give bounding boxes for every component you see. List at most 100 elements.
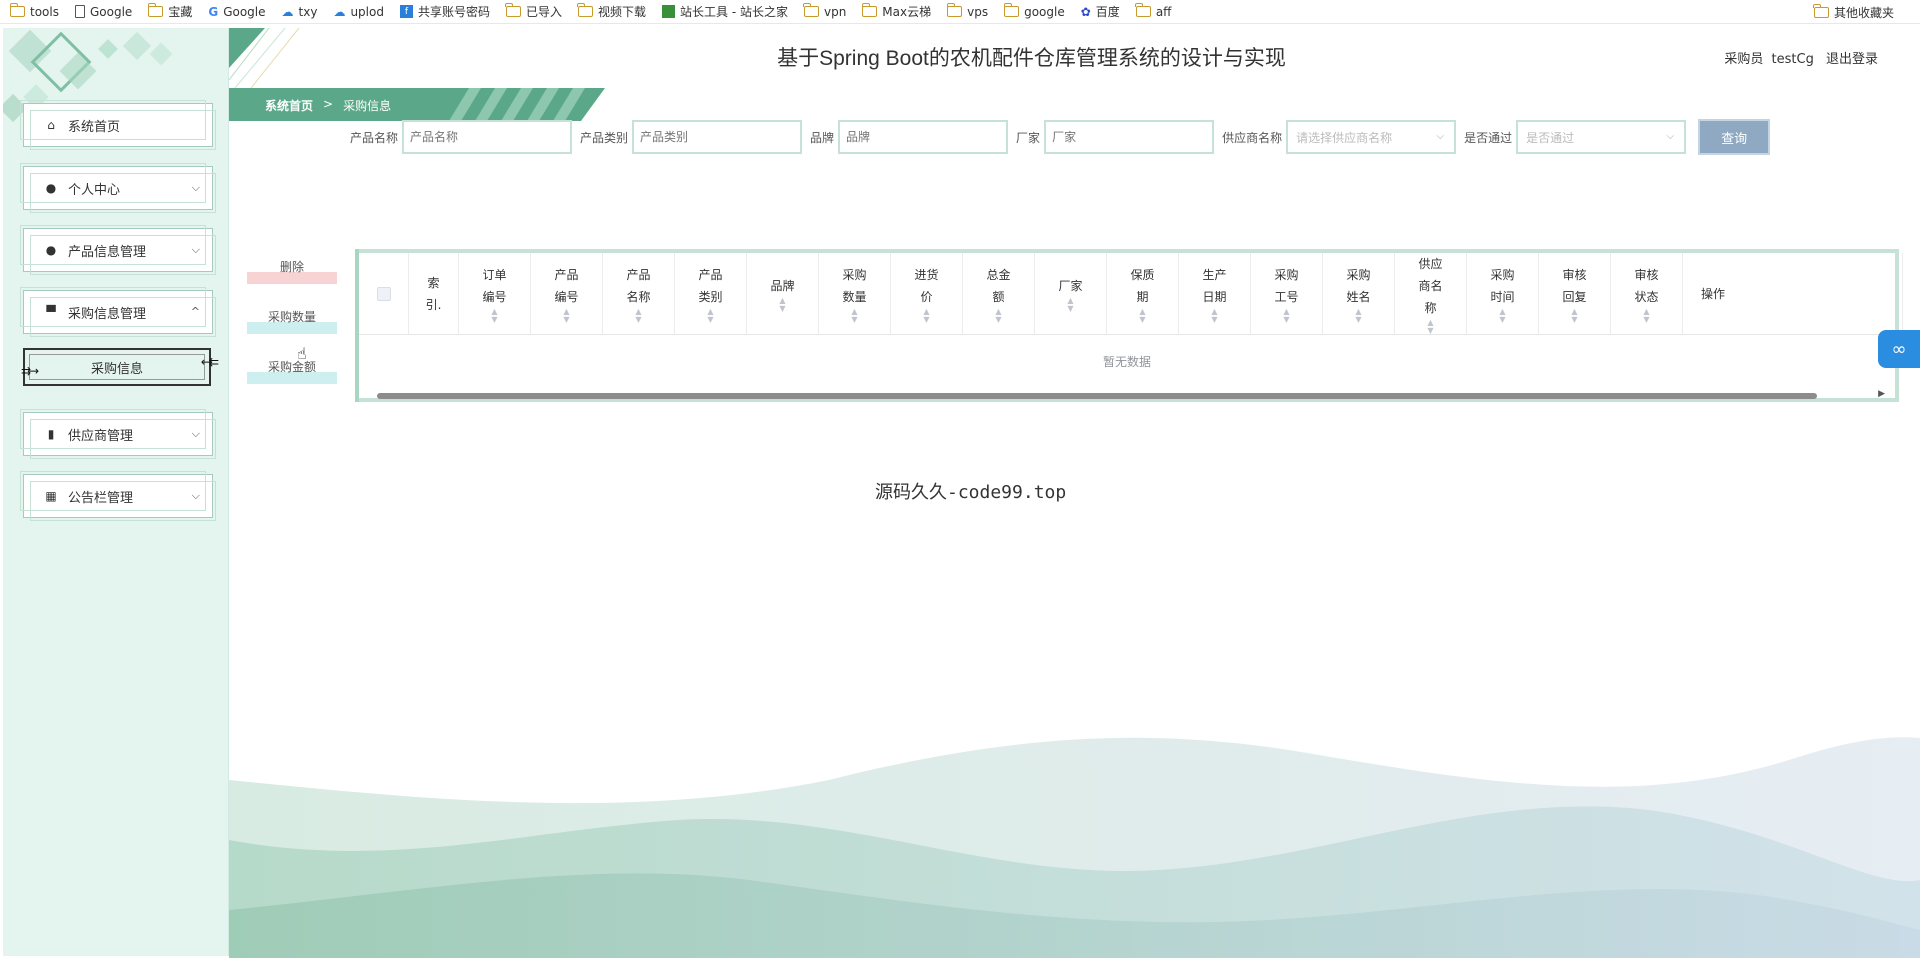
column-header[interactable]: 索引. <box>409 253 459 335</box>
manufacturer-input[interactable] <box>1044 120 1215 154</box>
brand-filter: 品牌 <box>810 120 1009 154</box>
bookmark-item[interactable]: 宝藏 <box>147 3 192 20</box>
column-header-label: 供应 <box>1418 257 1443 271</box>
supplier-select-placeholder: 请选择供应商名称 <box>1296 130 1393 145</box>
column-header[interactable]: 产品 名称 ▲ ▼ <box>603 253 675 335</box>
sort-icon[interactable]: ▲ ▼ <box>635 308 641 324</box>
sidebar-item-purchase-management[interactable]: ▀ 采购信息管理 ^ <box>20 287 216 337</box>
bookmark-item[interactable]: ☁ uplod <box>333 5 384 19</box>
sort-icon[interactable]: ▲ ▼ <box>779 297 785 313</box>
sort-icon[interactable]: ▲ ▼ <box>1355 308 1361 324</box>
bookmark-label: 视频下载 <box>597 5 646 19</box>
column-header[interactable]: 订单 编号 ▲ ▼ <box>459 253 531 335</box>
sidebar-item-label: 采购信息管理 <box>68 306 147 322</box>
column-header[interactable]: 供应 商名称 ▲ ▼ <box>1395 253 1467 335</box>
column-header[interactable]: 厂家 ▲ ▼ <box>1035 253 1107 335</box>
column-header[interactable]: 审核 状态 ▲ ▼ <box>1611 253 1683 335</box>
sidebar-item-personal-center[interactable]: ● 个人中心 ⌵ <box>20 163 216 213</box>
sort-icon[interactable]: ▲ ▼ <box>1571 308 1577 324</box>
column-header-label: 期 <box>1136 290 1149 304</box>
sort-icon[interactable]: ▲ ▼ <box>995 308 1001 324</box>
column-header[interactable]: 采购 工号 ▲ ▼ <box>1251 253 1323 335</box>
folder-icon <box>1813 3 1829 18</box>
bookmark-item[interactable]: Google <box>74 5 132 19</box>
column-header-label: 订单 <box>482 268 507 282</box>
sort-icon[interactable]: ▲ ▼ <box>1139 308 1145 324</box>
bookmark-item[interactable]: google <box>1003 3 1065 19</box>
sort-icon[interactable]: ▲ ▼ <box>1283 308 1289 324</box>
folder-icon <box>861 3 878 17</box>
product-name-input[interactable] <box>402 120 573 154</box>
bookmark-item[interactable]: vps <box>946 3 988 19</box>
sort-icon[interactable]: ▲ ▼ <box>1499 308 1505 324</box>
sidebar-item-label: 个人中心 <box>68 182 121 198</box>
delete-button[interactable]: 删除 <box>247 258 337 284</box>
column-header[interactable]: 采购 姓名 ▲ ▼ <box>1323 253 1395 335</box>
purchase-amount-button[interactable]: 采购金额 <box>247 358 337 384</box>
bookmark-item[interactable]: vpn <box>803 3 846 19</box>
column-header[interactable]: 产品 类别 ▲ ▼ <box>675 253 747 335</box>
purchase-quantity-button[interactable]: 采购数量 <box>247 308 337 334</box>
bookmark-item[interactable]: 站长工具 - 站长之家 <box>662 3 788 20</box>
column-header[interactable]: 品牌 ▲ ▼ <box>747 253 819 335</box>
bookmark-label: uplod <box>350 4 384 19</box>
sidebar-item-product-management[interactable]: ● 产品信息管理 ⌵ <box>20 225 216 275</box>
sort-icon[interactable]: ▲ ▼ <box>1067 297 1073 313</box>
passed-select[interactable]: 是否通过 ⌵ <box>1516 120 1687 154</box>
product-category-input[interactable] <box>632 120 803 154</box>
bookmark-item[interactable]: ✿ 百度 <box>1081 3 1120 20</box>
bookmark-label: aff <box>1155 4 1172 19</box>
column-header-label: 采购 <box>842 268 867 282</box>
cloud-icon: ☁ <box>281 4 294 19</box>
bookmark-item[interactable]: 已导入 <box>505 3 562 20</box>
brand-input[interactable] <box>838 120 1009 154</box>
column-header[interactable]: 采购 数量 ▲ ▼ <box>819 253 891 335</box>
bookmark-item[interactable]: Max云梯 <box>861 3 931 20</box>
column-header[interactable]: 产品 编号 ▲ ▼ <box>531 253 603 335</box>
sort-icon[interactable]: ▲ ▼ <box>923 308 929 324</box>
floating-tool-icon[interactable]: ∞ <box>1878 330 1920 368</box>
column-header[interactable]: 进货价 ▲ ▼ <box>891 253 963 335</box>
column-header-label: 额 <box>992 290 1005 304</box>
sort-icon[interactable]: ▲ ▼ <box>1643 308 1649 324</box>
sidebar-item-supplier-management[interactable]: ▮ 供应商管理 ⌵ <box>20 409 216 459</box>
breadcrumb-home[interactable]: 系统首页 <box>265 97 313 114</box>
bookmark-item[interactable]: G Google <box>208 5 265 19</box>
column-header[interactable]: 采购 时间 ▲ ▼ <box>1467 253 1539 335</box>
bookmarks-bar: tools Google 宝藏 G Google ☁ txy ☁ uplod f 共享账号密码 已导入… <box>0 0 1920 24</box>
sidebar-subitem-purchase-info[interactable]: ⇉→ 采购信息 ←⇇ <box>21 348 219 386</box>
sort-icon[interactable]: ▲ ▼ <box>707 308 713 324</box>
query-button[interactable]: 查询 <box>1698 119 1771 155</box>
sidebar-item-label: 产品信息管理 <box>68 244 147 260</box>
select-all-checkbox[interactable] <box>376 287 391 301</box>
sort-icon[interactable]: ▲ ▼ <box>1427 319 1433 335</box>
sort-icon[interactable]: ▲ ▼ <box>491 308 497 324</box>
bookmark-item[interactable]: 视频下载 <box>577 3 646 20</box>
sort-icon[interactable]: ▲ ▼ <box>1211 308 1217 324</box>
supplier-select[interactable]: 请选择供应商名称 ⌵ <box>1286 120 1457 154</box>
scroll-right-icon[interactable]: ▶ <box>1878 389 1885 399</box>
bookmark-item[interactable]: tools <box>9 3 59 19</box>
delete-button-label: 删除 <box>279 260 304 274</box>
chevron-up-icon: ^ <box>190 305 200 318</box>
column-header-label: 价 <box>920 290 933 304</box>
column-header[interactable]: 保质期 ▲ ▼ <box>1107 253 1179 335</box>
sidebar-item-notice-management[interactable]: ▦ 公告栏管理 ⌵ <box>20 471 216 521</box>
bookmark-item[interactable]: ☁ txy <box>282 5 318 19</box>
logout-link[interactable]: 退出登录 <box>1826 52 1878 67</box>
breadcrumb: 系统首页 > 采购信息 <box>229 88 605 121</box>
column-header[interactable]: 总金额 ▲ ▼ <box>963 253 1035 335</box>
sidebar-item-home[interactable]: ⌂ 系统首页 <box>20 100 216 150</box>
column-header[interactable]: 审核 回复 ▲ ▼ <box>1539 253 1611 335</box>
passed-select-placeholder: 是否通过 <box>1526 130 1575 145</box>
bookmark-item[interactable]: f 共享账号密码 <box>399 3 490 20</box>
other-bookmarks[interactable]: 其他收藏夹 <box>1813 0 1910 24</box>
product-name-label: 产品名称 <box>350 130 399 145</box>
scrollbar-thumb[interactable] <box>377 393 1817 399</box>
arrow-right-icon: ⇉→ <box>21 364 39 378</box>
bookmark-item[interactable]: aff <box>1135 3 1172 19</box>
column-header[interactable]: 生产 日期 ▲ ▼ <box>1179 253 1251 335</box>
sort-icon[interactable]: ▲ ▼ <box>851 308 857 324</box>
sort-icon[interactable]: ▲ ▼ <box>563 308 569 324</box>
horizontal-scrollbar[interactable]: ▶ <box>369 389 1885 399</box>
